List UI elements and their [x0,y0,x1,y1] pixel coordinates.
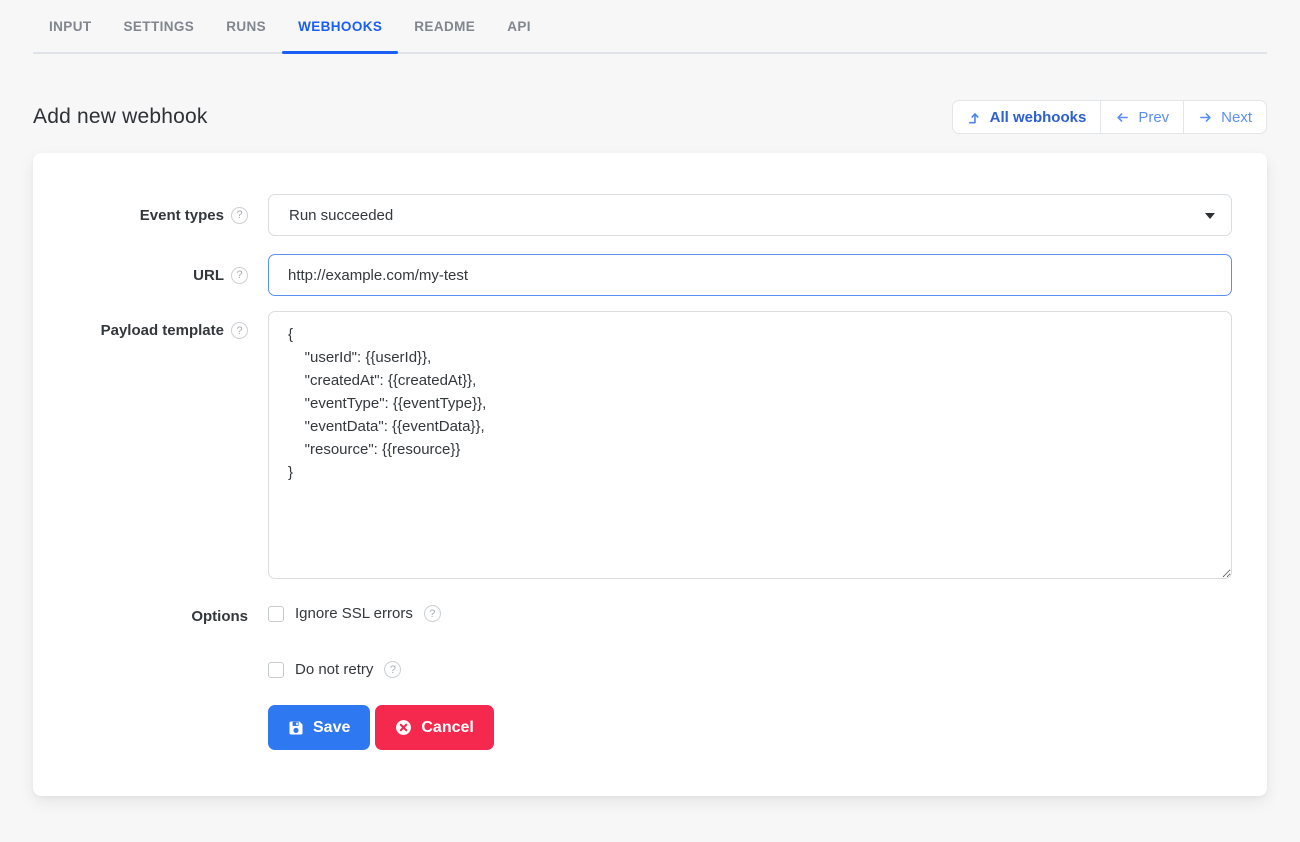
prev-label: Prev [1138,109,1169,126]
next-button[interactable]: Next [1183,100,1267,134]
dropdown-caret-icon [1205,213,1215,219]
do-not-retry-label: Do not retry [295,661,373,678]
cancel-label: Cancel [421,719,473,737]
payload-template-label: Payload template [101,322,224,339]
left-arrow-icon [1115,110,1130,125]
prev-button[interactable]: Prev [1100,100,1184,134]
options-label-cell: Options [33,605,268,625]
payload-template-label-cell: Payload template ? [33,311,268,339]
event-types-select[interactable]: Run succeeded [268,194,1232,236]
all-webhooks-button[interactable]: All webhooks [952,100,1102,134]
do-not-retry-option[interactable]: Do not retry ? [268,661,401,678]
help-icon[interactable]: ? [231,207,248,224]
next-label: Next [1221,109,1252,126]
save-button[interactable]: Save [268,705,370,750]
tab-runs[interactable]: RUNS [210,0,282,52]
payload-template-textarea[interactable]: { "userId": {{userId}}, "createdAt": {{c… [268,311,1232,579]
options-label: Options [191,608,248,625]
event-types-label-cell: Event types ? [33,207,268,224]
url-label: URL [193,267,224,284]
webhook-form-card: Event types ? Run succeeded URL ? Payloa… [33,153,1267,796]
tab-settings[interactable]: SETTINGS [108,0,211,52]
action-buttons: Save Cancel [268,705,1232,750]
url-row: URL ? [33,254,1232,296]
event-types-label: Event types [140,207,224,224]
cancel-x-icon [395,719,412,736]
ignore-ssl-errors-label: Ignore SSL errors [295,605,413,622]
url-label-cell: URL ? [33,267,268,284]
cancel-button[interactable]: Cancel [375,705,493,750]
ignore-ssl-errors-option[interactable]: Ignore SSL errors ? [268,605,441,622]
event-types-row: Event types ? Run succeeded [33,194,1232,236]
help-icon[interactable]: ? [231,267,248,284]
tab-bar: INPUT SETTINGS RUNS WEBHOOKS README API [33,0,1267,54]
options-row: Options Ignore SSL errors ? Do not retry… [33,605,1232,678]
url-input[interactable] [268,254,1232,296]
tab-webhooks[interactable]: WEBHOOKS [282,0,398,52]
help-icon[interactable]: ? [384,661,401,678]
tab-readme[interactable]: README [398,0,491,52]
actions-row: Save Cancel [33,705,1232,750]
payload-template-row: Payload template ? { "userId": {{userId}… [33,311,1232,579]
save-disk-icon [288,720,304,736]
tab-input[interactable]: INPUT [33,0,108,52]
right-arrow-icon [1198,110,1213,125]
help-icon[interactable]: ? [231,322,248,339]
options-checkboxes: Ignore SSL errors ? Do not retry ? [268,605,1232,678]
ignore-ssl-errors-checkbox[interactable] [268,606,284,622]
up-left-arrow-icon [967,110,982,125]
tab-api[interactable]: API [491,0,547,52]
do-not-retry-checkbox[interactable] [268,662,284,678]
help-icon[interactable]: ? [424,605,441,622]
all-webhooks-label: All webhooks [990,109,1087,126]
webhook-nav-buttons: All webhooks Prev Next [952,100,1267,134]
save-label: Save [313,719,350,737]
page-header: Add new webhook All webhooks Prev [33,100,1267,134]
page-title: Add new webhook [33,105,208,129]
event-types-selected-value: Run succeeded [289,207,393,224]
